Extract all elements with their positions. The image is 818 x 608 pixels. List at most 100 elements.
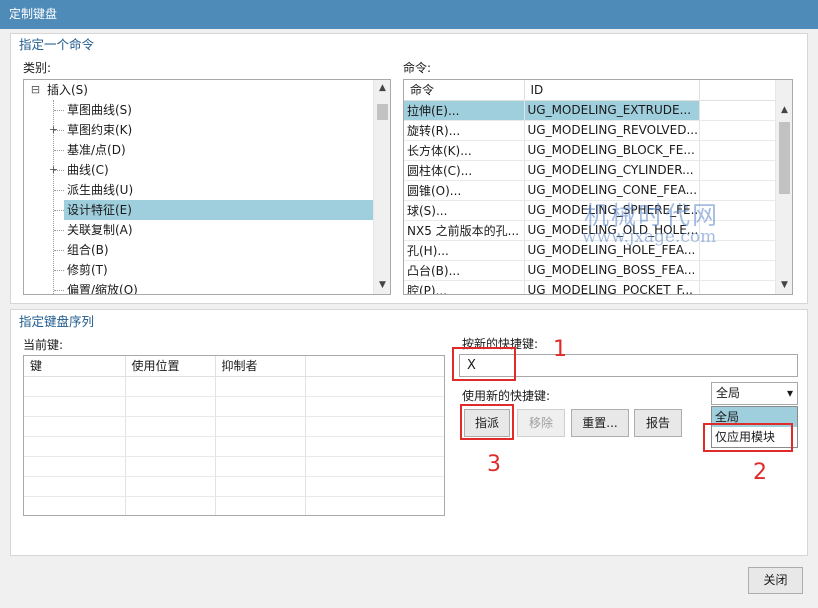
current-key-row[interactable]	[24, 436, 444, 457]
tree-item-label: 关联复制(A)	[67, 223, 133, 237]
current-key-row[interactable]	[24, 456, 444, 477]
empty-cell	[305, 376, 444, 397]
empty-cell	[125, 476, 216, 497]
close-button[interactable]: 关闭	[748, 567, 803, 594]
column-header-key[interactable]: 键	[24, 356, 126, 377]
command-name-cell: 孔(H)...	[404, 240, 525, 261]
empty-cell	[305, 496, 444, 515]
scope-select[interactable]: 全局 ▾	[711, 382, 798, 405]
scroll-up-icon[interactable]: ▲	[374, 80, 390, 97]
scrollbar-thumb[interactable]	[779, 122, 790, 194]
current-key-row[interactable]	[24, 416, 444, 437]
command-name-cell: 旋转(R)...	[404, 120, 525, 141]
scroll-down-icon[interactable]: ▼	[374, 277, 390, 294]
command-id-cell: UG_MODELING_POCKET_F...	[524, 280, 700, 294]
specify-command-title: 指定一个命令	[19, 37, 95, 52]
command-row[interactable]: 长方体(K)... UG_MODELING_BLOCK_FE...	[404, 140, 778, 161]
column-header-empty	[699, 80, 778, 101]
empty-cell	[305, 396, 444, 417]
commands-table[interactable]: 命令 ID 拉伸(E)... UG_MODELING_EXTRUDE... 旋转(R…	[403, 79, 793, 295]
empty-cell	[215, 436, 306, 457]
tree-connector	[54, 210, 64, 211]
empty-cell	[699, 120, 778, 141]
current-key-row[interactable]	[24, 376, 444, 397]
command-id-cell: UG_MODELING_BOSS_FEA...	[524, 260, 700, 281]
tree-item-label: 派生曲线(U)	[67, 183, 134, 197]
category-tree[interactable]: ⊟ 插入(S) 草图曲线(S) + 草图约束(K) 基准/点(D) + 曲线(C) 派生曲线(U…	[23, 79, 391, 295]
commands-table-scrollbar[interactable]: ▲ ▼	[775, 80, 792, 294]
column-header-suppressor[interactable]: 抑制者	[215, 356, 306, 377]
tree-item[interactable]: 草图曲线(S)	[24, 100, 375, 120]
tree-item[interactable]: 派生曲线(U)	[24, 180, 375, 200]
command-row[interactable]: 旋转(R)... UG_MODELING_REVOLVED...	[404, 120, 778, 141]
command-id-cell: UG_MODELING_BLOCK_FE...	[524, 140, 700, 161]
expand-icon[interactable]: +	[48, 164, 59, 175]
commands-table-header: 命令 ID	[404, 80, 778, 101]
command-name-cell: NX5 之前版本的孔...	[404, 220, 525, 241]
current-key-row[interactable]	[24, 476, 444, 497]
tree-item-label: 曲线(C)	[67, 163, 109, 177]
tree-item[interactable]: 关联复制(A)	[24, 220, 375, 240]
tree-item[interactable]: + 曲线(C)	[24, 160, 375, 180]
key-sequence-title: 指定键盘序列	[19, 314, 95, 329]
tree-item[interactable]: 组合(B)	[24, 240, 375, 260]
tree-connector	[54, 250, 64, 251]
command-row[interactable]: 腔(P)... UG_MODELING_POCKET_F...	[404, 280, 778, 294]
tree-item[interactable]: + 草图约束(K)	[24, 120, 375, 140]
remove-button[interactable]: 移除	[517, 409, 565, 437]
tree-item[interactable]: 修剪(T)	[24, 260, 375, 280]
column-header-usage[interactable]: 使用位置	[125, 356, 216, 377]
tree-item[interactable]: ⊟ 插入(S)	[24, 80, 375, 100]
column-header-empty	[305, 356, 444, 377]
empty-cell	[699, 260, 778, 281]
empty-cell	[24, 416, 126, 437]
empty-cell	[24, 376, 126, 397]
command-name-cell: 球(S)...	[404, 200, 525, 221]
empty-cell	[215, 456, 306, 477]
tree-connector	[54, 110, 64, 111]
chevron-down-icon[interactable]: ▾	[787, 383, 793, 404]
empty-cell	[125, 456, 216, 477]
tree-connector	[54, 190, 64, 191]
scroll-down-icon[interactable]: ▼	[776, 277, 792, 294]
empty-cell	[24, 436, 126, 457]
command-name-cell: 凸台(B)...	[404, 260, 525, 281]
tree-item[interactable]: 基准/点(D)	[24, 140, 375, 160]
current-key-row[interactable]	[24, 496, 444, 515]
empty-cell	[699, 140, 778, 161]
column-header-id[interactable]: ID	[524, 80, 700, 101]
command-name-cell: 腔(P)...	[404, 280, 525, 294]
annotation-box-input	[452, 347, 516, 381]
command-row[interactable]: 凸台(B)... UG_MODELING_BOSS_FEA...	[404, 260, 778, 281]
scrollbar-thumb[interactable]	[377, 104, 388, 120]
annotation-number-3: 3	[487, 452, 501, 477]
command-row[interactable]: 拉伸(E)... UG_MODELING_EXTRUDE...	[404, 100, 778, 121]
empty-cell	[699, 100, 778, 121]
report-button[interactable]: 报告	[634, 409, 682, 437]
scope-select-value: 全局	[716, 386, 741, 400]
tree-item[interactable]: 设计特征(E)	[24, 200, 375, 220]
command-name-cell: 圆锥(O)...	[404, 180, 525, 201]
empty-cell	[699, 280, 778, 294]
empty-cell	[125, 496, 216, 515]
current-key-row[interactable]	[24, 396, 444, 417]
tree-connector	[54, 270, 64, 271]
reset-button[interactable]: 重置...	[571, 409, 629, 437]
current-keys-table[interactable]: 键 使用位置 抑制者	[23, 355, 445, 516]
tree-connector	[54, 230, 64, 231]
tree-item-label: 草图曲线(S)	[67, 103, 132, 117]
collapse-icon[interactable]: ⊟	[30, 84, 41, 95]
window-titlebar[interactable]: 定制键盘	[0, 0, 818, 29]
expand-icon[interactable]: +	[48, 124, 59, 135]
tree-item[interactable]: 偏置/缩放(O)	[24, 280, 375, 294]
command-row[interactable]: 圆柱体(C)... UG_MODELING_CYLINDER...	[404, 160, 778, 181]
empty-cell	[699, 160, 778, 181]
category-tree-scrollbar[interactable]: ▲ ▼	[373, 80, 390, 294]
column-header-command[interactable]: 命令	[404, 80, 525, 101]
use-new-key-label: 使用新的快捷键:	[462, 389, 551, 403]
empty-cell	[125, 436, 216, 457]
watermark-url: www.jxage.com	[582, 227, 717, 247]
tree-item-label: 设计特征(E)	[64, 200, 374, 220]
annotation-number-1: 1	[553, 337, 567, 362]
scroll-up-icon[interactable]: ▲	[776, 102, 792, 119]
